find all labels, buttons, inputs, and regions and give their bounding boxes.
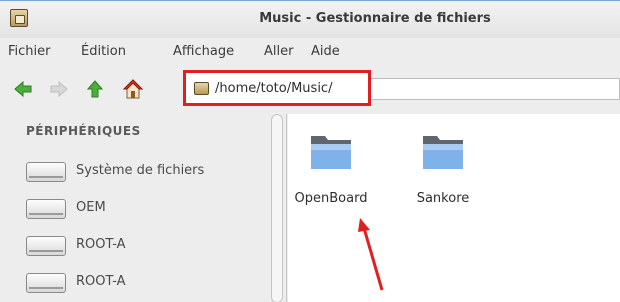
sidebar-item-label: ROOT-A: [76, 274, 126, 289]
folder-openboard[interactable]: OpenBoard: [286, 128, 376, 218]
sidebar-item-oem[interactable]: OEM: [26, 195, 256, 219]
folder-sankore[interactable]: Sankore: [398, 128, 488, 218]
sidebar-item-label: ROOT-A: [76, 237, 126, 252]
folder-icon: [311, 136, 351, 169]
sidebar-item-root-a-2[interactable]: ROOT-A: [26, 269, 256, 293]
arrow-right-icon[interactable]: [50, 80, 68, 98]
sidebar-item-filesystem[interactable]: Système de fichiers: [26, 158, 256, 182]
drive-icon: [26, 273, 66, 293]
menu-fichier[interactable]: Fichier: [8, 44, 51, 59]
location-path[interactable]: /home/toto/Music/: [215, 81, 332, 96]
sidebar: PÉRIPHÉRIQUES Système de fichiers OEM RO…: [0, 114, 287, 302]
location-bar[interactable]: /home/toto/Music/: [183, 70, 371, 106]
menu-aide[interactable]: Aide: [311, 44, 340, 59]
menu-bar: Fichier Édition Affichage Aller Aide: [0, 39, 620, 65]
sidebar-item-label: OEM: [76, 200, 106, 215]
home-icon[interactable]: [122, 78, 144, 100]
sidebar-heading-devices: PÉRIPHÉRIQUES: [26, 124, 141, 138]
sidebar-item-root-a[interactable]: ROOT-A: [26, 232, 256, 256]
menu-edition[interactable]: Édition: [81, 44, 126, 59]
arrow-up-icon[interactable]: [86, 80, 104, 98]
folder-label: OpenBoard: [294, 191, 368, 206]
title-bar[interactable]: Music - Gestionnaire de fichiers: [0, 2, 620, 38]
arrow-left-icon[interactable]: [14, 80, 32, 98]
menu-aller[interactable]: Aller: [264, 44, 293, 59]
drive-icon: [26, 236, 66, 256]
window-title: Music - Gestionnaire de fichiers: [259, 11, 491, 26]
location-bar-extension[interactable]: [370, 78, 620, 100]
folder-icon: [423, 136, 463, 169]
red-arrow-annotation: [358, 218, 384, 291]
music-folder-icon: [194, 82, 209, 95]
folder-label: Sankore: [416, 191, 470, 206]
sidebar-scrollbar[interactable]: [271, 114, 283, 302]
menu-affichage[interactable]: Affichage: [173, 44, 234, 59]
sidebar-item-label: Système de fichiers: [76, 163, 205, 178]
file-manager-window: Music - Gestionnaire de fichiers Fichier…: [0, 0, 620, 302]
drive-icon: [26, 199, 66, 219]
file-view: OpenBoard Sankore: [288, 114, 620, 302]
drive-icon: [26, 162, 66, 182]
